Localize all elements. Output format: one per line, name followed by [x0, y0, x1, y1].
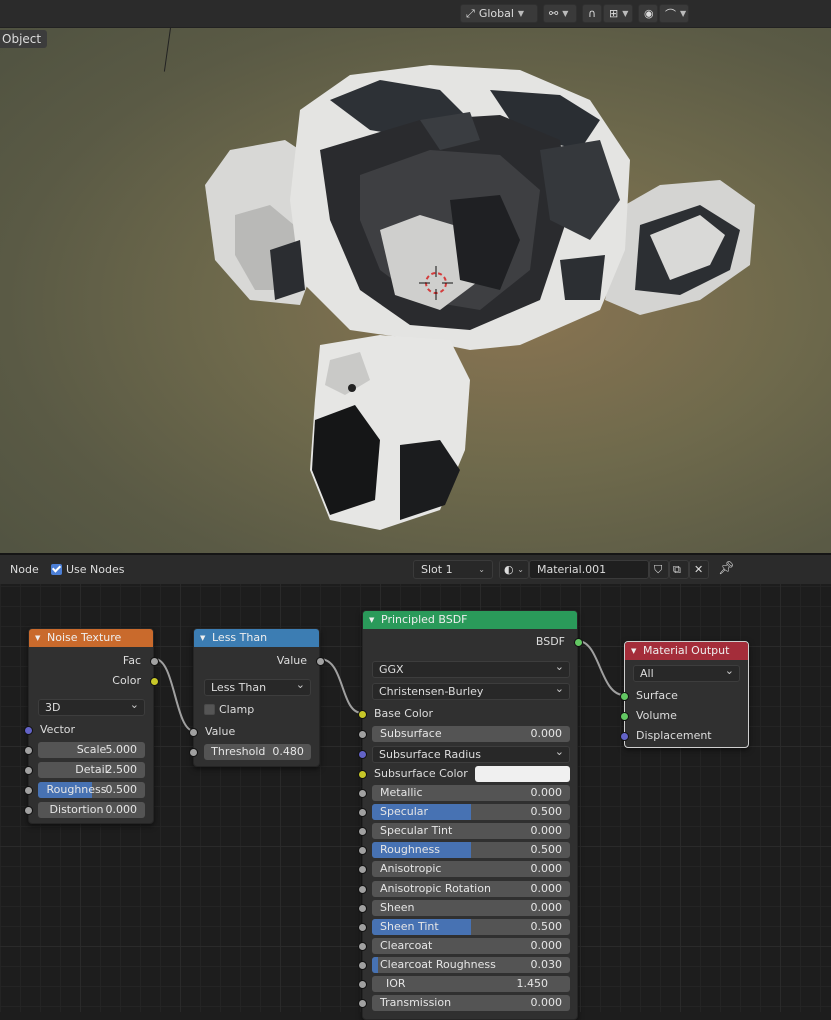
anisotropic-field[interactable]: Anisotropic 0.000	[372, 861, 570, 877]
node-title[interactable]: Noise Texture	[29, 629, 153, 647]
metallic-field[interactable]: Metallic 0.000	[372, 785, 570, 801]
proportional-falloff-dropdown[interactable]: ⌒ ▼	[659, 4, 689, 23]
socket-base-color-input[interactable]	[358, 710, 367, 719]
3d-viewport[interactable]: ⤢ Global ▼ ⚯ ▼ ∩ ⊞ ▼ ◉ ⌒ ▼ Object	[0, 0, 831, 553]
output-fac: Fac	[122, 654, 141, 667]
output-color: Color	[112, 674, 141, 687]
ior-field[interactable]: IOR 1.450	[372, 976, 570, 992]
socket-roughness-input[interactable]	[24, 786, 33, 795]
node-title[interactable]: Principled BSDF	[363, 611, 577, 629]
object-mode-label: Object	[0, 30, 48, 48]
socket-metallic-input[interactable]	[358, 789, 367, 798]
material-output-node[interactable]: Material Output All Surface Volume Displ…	[620, 641, 749, 748]
clearcoat-roughness-field[interactable]: Clearcoat Roughness 0.030	[372, 957, 570, 973]
subsurface-color-swatch[interactable]	[475, 766, 570, 782]
checkbox-unchecked-icon	[204, 704, 215, 715]
node-title[interactable]: Less Than	[194, 629, 319, 647]
chevron-down-icon: ▼	[680, 9, 687, 18]
clamp-checkbox[interactable]: Clamp	[204, 702, 329, 718]
input-surface: Surface	[636, 689, 678, 702]
socket-anisotropic-input[interactable]	[358, 865, 367, 874]
clearcoat-field[interactable]: Clearcoat 0.000	[372, 938, 570, 954]
socket-color-output[interactable]	[150, 677, 159, 686]
snap-target-dropdown[interactable]: ⊞ ▼	[603, 4, 633, 23]
math-less-than-node[interactable]: Less Than Value Less Than Clamp Value Th…	[189, 628, 325, 767]
output-value: Value	[276, 654, 307, 667]
roughness-field[interactable]: Roughness 0.500	[38, 782, 145, 798]
chevron-down-icon: ▼	[517, 9, 525, 18]
socket-transmission-input[interactable]	[358, 999, 367, 1008]
socket-threshold-input[interactable]	[189, 748, 198, 757]
socket-fac-output[interactable]	[150, 657, 159, 666]
input-displacement: Displacement	[636, 729, 712, 742]
output-bsdf: BSDF	[535, 635, 565, 648]
subsurface-field[interactable]: Subsurface 0.000	[372, 726, 570, 742]
orientation-icon: ⤢	[466, 6, 475, 20]
socket-clearcoat-input[interactable]	[358, 942, 367, 951]
specular-tint-field[interactable]: Specular Tint 0.000	[372, 823, 570, 839]
subsurface-radius-dropdown[interactable]: Subsurface Radius	[372, 744, 570, 763]
subsurface-method-dropdown[interactable]: Christensen-Burley	[372, 681, 570, 700]
input-vector: Vector	[40, 723, 76, 736]
pivot-point-dropdown[interactable]: ⚯ ▼	[543, 4, 577, 23]
proportional-edit-toggle[interactable]: ◉	[638, 4, 658, 23]
scale-field[interactable]: Scale 5.000	[38, 742, 145, 758]
socket-roughness-input[interactable]	[358, 846, 367, 855]
socket-distortion-input[interactable]	[24, 806, 33, 815]
snap-increment-icon: ⊞	[609, 7, 619, 20]
socket-clearcoat-roughness-input[interactable]	[358, 961, 367, 970]
shader-node-editor[interactable]: Node Use Nodes Slot 1 ⌄ ◐ ⌄ Material.001…	[0, 553, 831, 1020]
socket-volume-input[interactable]	[620, 712, 629, 721]
roughness-field[interactable]: Roughness 0.500	[372, 842, 570, 858]
transmission-field[interactable]: Transmission 0.000	[372, 995, 570, 1011]
socket-specular-tint-input[interactable]	[358, 827, 367, 836]
input-base-color: Base Color	[374, 707, 434, 720]
socket-vector-input[interactable]	[24, 726, 33, 735]
socket-scale-input[interactable]	[24, 746, 33, 755]
transform-orientation-dropdown[interactable]: ⤢ Global ▼	[460, 4, 538, 23]
socket-bsdf-output[interactable]	[574, 638, 583, 647]
sheen-field[interactable]: Sheen 0.000	[372, 900, 570, 916]
threshold-field[interactable]: Threshold 0.480	[204, 744, 311, 760]
socket-value-input[interactable]	[189, 728, 198, 737]
socket-displacement-input[interactable]	[620, 732, 629, 741]
socket-surface-input[interactable]	[620, 692, 629, 701]
anisotropic-rotation-field[interactable]: Anisotropic Rotation 0.000	[372, 881, 570, 897]
socket-value-output[interactable]	[316, 657, 325, 666]
socket-subsurface-radius-input[interactable]	[358, 750, 367, 759]
socket-detail-input[interactable]	[24, 766, 33, 775]
snap-toggle[interactable]: ∩	[582, 4, 602, 23]
socket-subsurface-input[interactable]	[358, 730, 367, 739]
specular-field[interactable]: Specular 0.500	[372, 804, 570, 820]
slider-fill	[372, 957, 378, 973]
socket-ior-input[interactable]	[358, 980, 367, 989]
socket-specular-input[interactable]	[358, 808, 367, 817]
magnet-icon: ∩	[588, 7, 597, 20]
sheen-tint-field[interactable]: Sheen Tint 0.500	[372, 919, 570, 935]
target-dropdown[interactable]: All	[633, 663, 740, 682]
suzanne-mesh-render	[205, 65, 755, 530]
node-title[interactable]: Material Output	[625, 642, 748, 660]
input-value: Value	[205, 725, 236, 738]
dimensions-dropdown[interactable]: 3D	[38, 697, 145, 716]
falloff-curve-icon: ⌒	[665, 7, 676, 21]
distortion-field[interactable]: Distortion 0.000	[38, 802, 145, 818]
socket-anisotropic-rotation-input[interactable]	[358, 885, 367, 894]
proportional-edit-icon: ◉	[644, 7, 654, 20]
chevron-down-icon: ▼	[622, 9, 629, 18]
viewport-header: ⤢ Global ▼ ⚯ ▼ ∩ ⊞ ▼ ◉ ⌒ ▼	[0, 0, 831, 28]
principled-bsdf-node[interactable]: Principled BSDF BSDF GGX Christensen-Bur…	[358, 610, 583, 1020]
socket-subsurface-color-input[interactable]	[358, 770, 367, 779]
distribution-dropdown[interactable]: GGX	[372, 659, 570, 678]
socket-sheen-input[interactable]	[358, 904, 367, 913]
link-icon: ⚯	[549, 7, 559, 20]
noise-texture-node[interactable]: Noise Texture Fac Color 3D Vector Scale …	[24, 628, 159, 824]
chevron-down-icon: ▼	[562, 9, 569, 18]
detail-field[interactable]: Detail 2.500	[38, 762, 145, 778]
operation-dropdown[interactable]: Less Than	[204, 677, 311, 696]
socket-sheen-tint-input[interactable]	[358, 923, 367, 932]
input-volume: Volume	[636, 709, 677, 722]
